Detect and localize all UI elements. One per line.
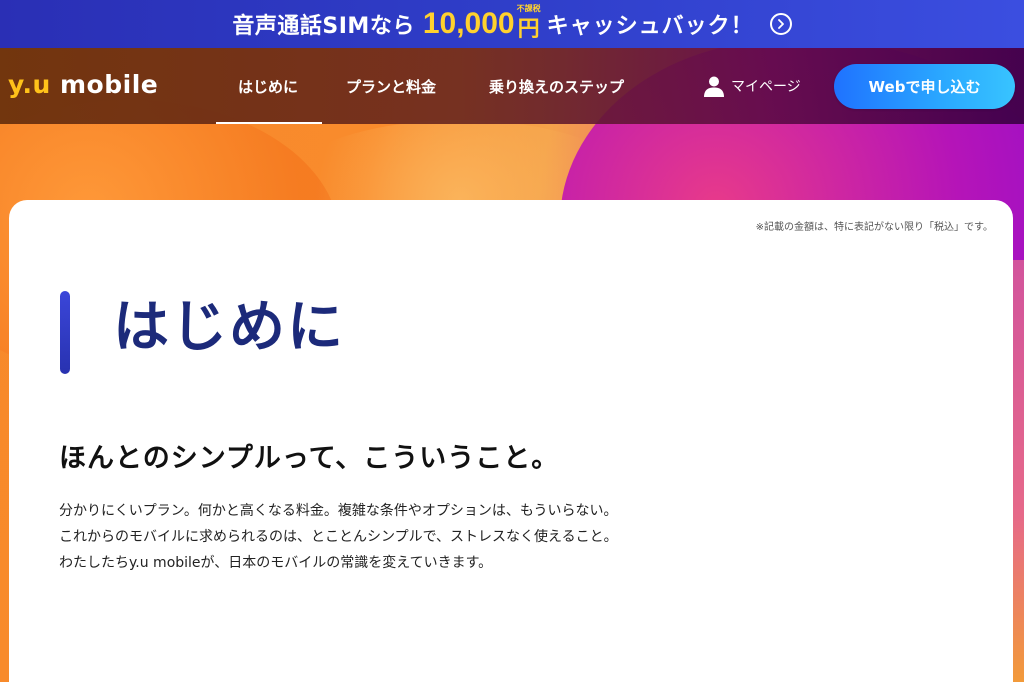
promo-banner[interactable]: 音声通話SIMなら 10,000 不課税 円 キャッシュバック！ bbox=[0, 0, 1024, 48]
logo-suffix: mobile bbox=[50, 70, 159, 99]
chevron-right-circle-icon[interactable] bbox=[769, 13, 792, 35]
logo-prefix: y.u bbox=[8, 70, 51, 99]
promo-yen: 円 bbox=[517, 17, 540, 42]
person-icon bbox=[704, 76, 724, 97]
nav-item-plans[interactable]: プランと料金 bbox=[346, 76, 436, 97]
promo-yen-group: 不課税 円 bbox=[517, 5, 541, 43]
intro-paragraph: 分かりにくいプラン。何かと高くなる料金。複雑な条件やオプションは、もういらない。… bbox=[59, 498, 759, 576]
nav-item-intro[interactable]: はじめに bbox=[215, 76, 323, 124]
tax-note: ※記載の金額は、特に表記がない限り「税込」です。 bbox=[755, 222, 993, 233]
promo-text-after: キャッシュバック！ bbox=[546, 14, 754, 39]
page-root: 音声通話SIMなら 10,000 不課税 円 キャッシュバック！ y.u mob… bbox=[0, 0, 1024, 682]
page-title: はじめに bbox=[113, 295, 345, 360]
paragraph-line: これからのモバイルに求められるのは、とことんシンプルで、ストレスなく使えること。 bbox=[59, 529, 618, 545]
mypage-label: マイページ bbox=[731, 79, 801, 95]
paragraph-line: わたしたちy.u mobileが、日本のモバイルの常識を変えていきます。 bbox=[59, 555, 493, 571]
paragraph-line: 分かりにくいプラン。何かと高くなる料金。複雑な条件やオプションは、もういらない。 bbox=[59, 503, 618, 519]
nav-item-switch-steps[interactable]: 乗り換えのステップ bbox=[489, 76, 624, 97]
mypage-link[interactable]: マイページ bbox=[703, 75, 801, 97]
content-card: ※記載の金額は、特に表記がない限り「税込」です。 はじめに ほんとのシンプルって… bbox=[9, 200, 1013, 682]
promo-text-before: 音声通話SIMなら bbox=[232, 14, 415, 39]
heading-accent-bar bbox=[60, 291, 70, 374]
section-subheading: ほんとのシンプルって、こういうこと。 bbox=[59, 443, 560, 474]
apply-online-button[interactable]: Webで申し込む bbox=[834, 64, 1015, 109]
promo-amount: 10,000 bbox=[422, 7, 515, 40]
chevron-right-icon bbox=[777, 19, 784, 29]
site-logo[interactable]: y.u mobile bbox=[8, 70, 158, 99]
